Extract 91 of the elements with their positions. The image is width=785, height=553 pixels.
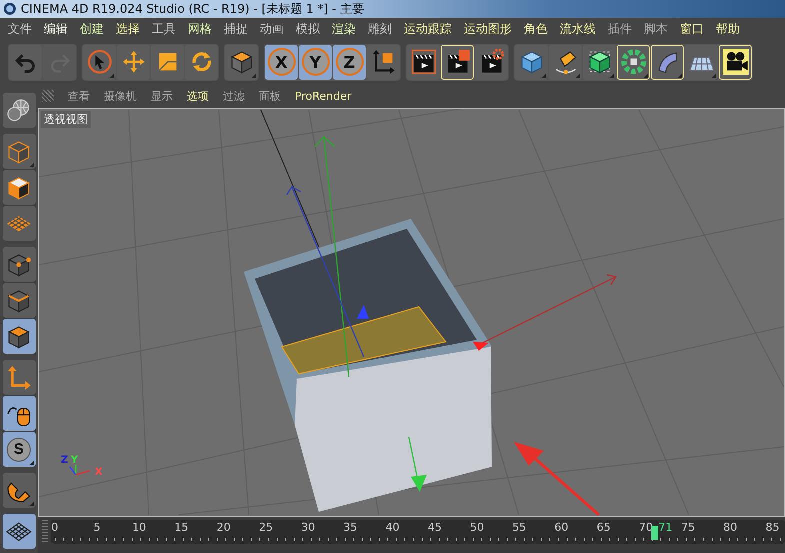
tool-button[interactable] [2,319,36,354]
viewport-menu-item[interactable]: 过滤 [217,88,251,104]
tick-label: 10 [132,521,146,534]
toolbar-button[interactable] [475,44,508,80]
panel-grip-icon[interactable] [42,90,54,102]
tick-label: 85 [766,521,780,534]
toolbar-button[interactable] [719,44,752,80]
current-frame: 71 [658,521,673,534]
toolbar-button[interactable] [583,44,616,80]
menu-item[interactable]: 模拟 [290,20,326,38]
tick-label: 35 [344,521,358,534]
tick-label: 60 [554,521,569,534]
viewport-menu-item[interactable]: 摄像机 [98,88,143,104]
tick-label: 30 [301,521,316,534]
cloner-icon [620,49,646,75]
tick-label: 25 [259,521,274,534]
menu-item[interactable]: 窗口 [674,20,710,38]
tool-button[interactable] [2,247,36,282]
panel-grip-icon[interactable] [42,520,48,542]
tick-label: 15 [174,521,189,534]
tick-label: 80 [724,521,738,534]
menu-item[interactable]: 雕刻 [362,20,398,38]
move-arrows-icon [120,49,146,75]
menu-item[interactable]: 捕捉 [218,20,254,38]
axis-toggle-button[interactable]: X [265,44,298,80]
axis-gizmo-icon [69,465,90,476]
tool-button[interactable] [2,283,36,318]
menu-item[interactable]: 流水线 [554,20,602,38]
menu-item[interactable]: 帮助 [710,20,746,38]
menu-item[interactable]: 插件 [602,20,638,38]
tick-label: 0 [52,521,58,534]
coordinate-axes-icon [370,49,396,75]
axis-toggle-button[interactable]: Z [333,44,366,80]
camera-icon [722,49,748,75]
window-title: CINEMA 4D R19.024 Studio (RC - R19) - [未标题 1 *] - 主要 [21,0,364,18]
viewport-menu-item[interactable]: 查看 [62,88,96,104]
tool-button[interactable] [2,514,36,549]
clapperboard-icon [410,49,436,75]
tick-label: 75 [681,521,696,534]
move-handle-arrow [408,436,427,492]
solo-button[interactable]: S [2,432,36,467]
axis-label: Y [71,455,78,466]
toolbar-button[interactable] [441,44,474,80]
tick-label: 45 [428,521,442,534]
viewport-menu-item[interactable]: 选项 [181,88,215,104]
menu-item[interactable]: 运动跟踪 [398,20,458,38]
menu-item[interactable]: 工具 [146,20,182,38]
menu-item[interactable]: 动画 [254,20,290,38]
menu-item[interactable]: 编辑 [38,20,74,38]
view-label: 透视视图 [41,111,91,128]
tick-label: 5 [94,521,101,534]
viewport-menu-item[interactable]: ProRender [289,90,358,102]
cube-icon [518,49,544,75]
viewport-menu-item[interactable]: 显示 [145,88,179,104]
menu-item[interactable]: 运动图形 [458,20,518,38]
toolbar-button[interactable] [367,44,400,80]
tick-label: 55 [512,521,526,534]
toolbar-button[interactable] [549,44,582,80]
menu-item[interactable]: 脚本 [638,20,674,38]
tool-button[interactable] [2,170,36,205]
tool-button[interactable] [2,396,36,431]
tick-label: 50 [470,521,484,534]
axis-arrows-icon [6,364,32,390]
axis-label: Z [61,455,68,466]
toolbar-button[interactable] [407,44,440,80]
tick-label: 20 [216,521,231,534]
cube-icon [228,49,254,75]
toolbar-button[interactable] [225,44,258,80]
cursor-icon [86,49,112,75]
menu-item[interactable]: 角色 [518,20,554,38]
axis-toggle-button[interactable]: Y [299,44,332,80]
menu-item[interactable]: 创建 [74,20,110,38]
menu-item[interactable]: 文件 [2,20,38,38]
tool-button[interactable] [2,473,36,508]
viewport-menu-item[interactable]: 面板 [253,88,287,104]
globe-icon [6,98,32,124]
submenu-corner-icon [30,502,34,506]
menu-item[interactable]: 选择 [110,20,146,38]
subdivision-cube-icon [586,49,612,75]
open-box-drawing[interactable] [244,219,492,512]
playhead-marker[interactable] [651,526,658,540]
submenu-corner-icon [30,461,34,465]
3d-viewport[interactable]: Z Y X 透视视图 [38,108,785,517]
app-logo-icon [3,2,17,16]
tick-label: 40 [386,521,400,534]
menu-item[interactable]: 网格 [182,20,218,38]
menu-item[interactable]: 渲染 [326,20,362,38]
toolbar-button[interactable] [651,44,684,80]
axis-label: X [95,467,103,478]
submenu-corner-icon [252,74,256,78]
tick-label: 65 [596,521,611,534]
